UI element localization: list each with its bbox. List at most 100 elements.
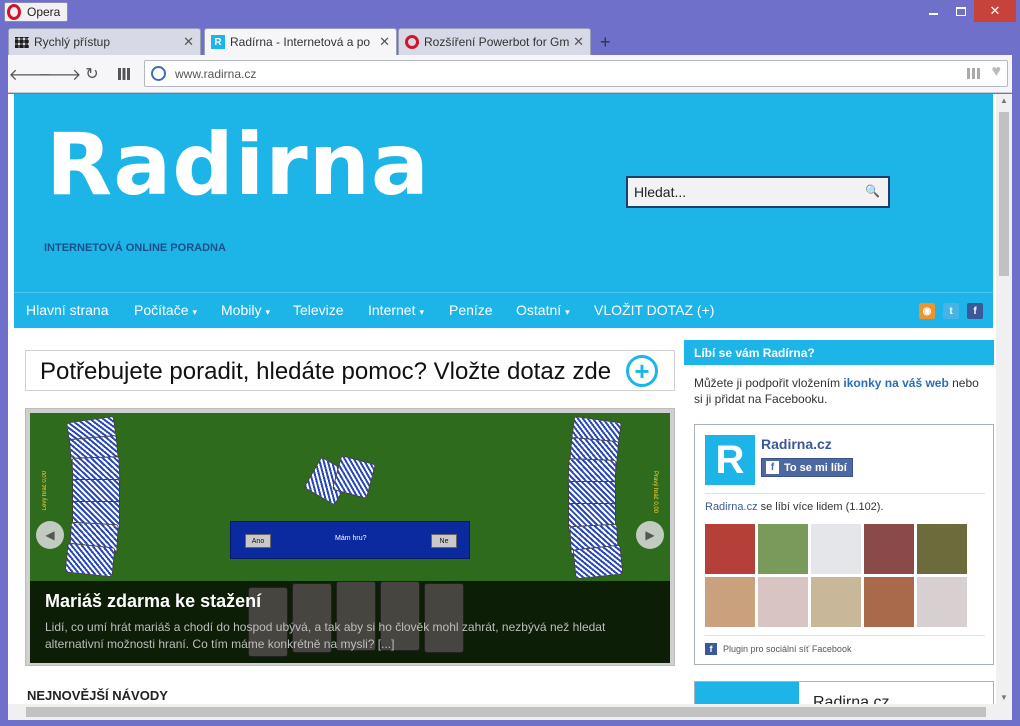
tab-label: Radírna - Internetová a po (230, 35, 371, 49)
fb-fan-avatar[interactable] (705, 577, 755, 627)
sidebar-text: Můžete ji podpořit vložením ikonky na vá… (694, 376, 979, 406)
url-text: www.radirna.cz (175, 67, 257, 81)
chevron-down-icon: ▾ (265, 307, 270, 317)
grid-icon (118, 68, 130, 80)
menu-item-televize[interactable]: Televize (293, 302, 344, 318)
chevron-down-icon: ▾ (565, 307, 570, 317)
tab-speed-dial[interactable]: Rychlý přístup ✕ (8, 28, 201, 55)
slide-image-marias[interactable]: Ano Mám hru? Ne Levý hráč 0,00 Pravý hrá… (30, 413, 670, 663)
cta-text: Potřebujete poradit, hledáte pomoc? Vlož… (40, 358, 612, 385)
reload-button[interactable]: ↻ (82, 64, 102, 84)
search-placeholder: Hledat... (634, 184, 687, 200)
horizontal-scrollbar[interactable] (8, 704, 1012, 720)
section-heading-newest: NEJNOVĚJŠÍ NÁVODY (27, 688, 168, 703)
fb-like-button[interactable]: f To se mi líbí (761, 458, 853, 477)
tab-close-icon[interactable]: ✕ (183, 34, 194, 50)
opera-menu-label: Opera (27, 5, 61, 19)
radirna-favicon-icon: R (211, 35, 225, 49)
menu-item-pocitace[interactable]: Počítače ▾ (134, 302, 197, 318)
menu-item-ostatni[interactable]: Ostatní ▾ (516, 302, 570, 318)
fb-fan-avatar[interactable] (705, 524, 755, 574)
fb-plugin-note: f Plugin pro sociální síť Facebook (705, 643, 851, 655)
radirna-page-avatar[interactable] (695, 682, 799, 704)
vertical-scrollbar[interactable]: ▲ ▼ (996, 94, 1012, 704)
scroll-down-icon[interactable]: ▼ (1000, 693, 1008, 702)
opera-logo-icon (7, 4, 21, 20)
plus-icon: + (600, 32, 611, 52)
tab-close-icon[interactable]: ✕ (375, 34, 390, 50)
radirna-page-avatar[interactable]: R (705, 435, 755, 485)
fb-fan-avatar[interactable] (917, 577, 967, 627)
forward-button[interactable]: 🡒 (39, 64, 82, 84)
chevron-right-icon: ▶ (645, 528, 655, 542)
bookmark-heart-icon[interactable]: ♥ (992, 63, 1002, 81)
chevron-down-icon: ▾ (419, 307, 425, 317)
tab-powerbot[interactable]: Rozšíření Powerbot for Gm ✕ (398, 28, 591, 55)
minimize-button[interactable] (918, 0, 948, 22)
menu-item-vlozit-dotaz[interactable]: VLOŽIT DOTAZ (+) (594, 302, 714, 318)
facebook-like-box: R Radirna.cz f To se mi líbí Radirna.cz … (694, 424, 994, 665)
fb-like-label: To se mi líbí (784, 461, 847, 474)
fb-fan-avatar[interactable] (864, 577, 914, 627)
site-tagline: INTERNETOVÁ ONLINE PORADNA (44, 242, 226, 254)
menu-item-hlavni-strana[interactable]: Hlavní strana (26, 302, 108, 318)
page-viewport: Radirna INTERNETOVÁ ONLINE PORADNA Hleda… (8, 94, 996, 704)
slider-prev-button[interactable]: ◀ (36, 521, 64, 549)
maximize-button[interactable] (948, 0, 974, 22)
divider (705, 635, 985, 636)
reload-icon: ↻ (85, 66, 99, 83)
tab-strip: Rychlý přístup ✕ R Radírna - Internetová… (8, 28, 1012, 55)
fb-page-name[interactable]: Radirna.cz (813, 694, 889, 704)
game-question: Mám hru? (335, 535, 367, 542)
second-fb-box: Radirna.cz (694, 681, 994, 704)
menu-item-penize[interactable]: Peníze (449, 302, 493, 318)
twitter-icon[interactable]: t (943, 303, 959, 319)
site-logo[interactable]: Radirna (46, 122, 430, 208)
search-input[interactable]: Hledat... 🔍 (626, 176, 890, 208)
tab-close-icon[interactable]: ✕ (569, 34, 584, 50)
speed-dial-button[interactable] (114, 64, 134, 84)
fb-page-name[interactable]: Radirna.cz (761, 436, 832, 452)
back-button[interactable]: 🡐 (9, 64, 52, 84)
opera-menu-button[interactable]: Opera (4, 2, 68, 22)
minimize-icon (928, 13, 938, 15)
slider-next-button[interactable]: ▶ (636, 521, 664, 549)
game-dialog: Ano Mám hru? Ne (230, 521, 470, 559)
extensions-grid-icon[interactable] (967, 68, 981, 79)
facebook-icon[interactable]: f (967, 303, 983, 319)
fb-fan-avatar[interactable] (864, 524, 914, 574)
tab-label: Rozšíření Powerbot for Gm (424, 35, 570, 49)
scroll-up-icon[interactable]: ▲ (1000, 96, 1008, 105)
facebook-icon: f (766, 461, 779, 474)
menu-item-internet[interactable]: Internet ▾ (368, 302, 424, 318)
fb-fan-avatar[interactable] (758, 577, 808, 627)
fb-fan-avatar[interactable] (917, 524, 967, 574)
site-header: Radirna INTERNETOVÁ ONLINE PORADNA Hleda… (14, 94, 993, 292)
fb-fan-avatar[interactable] (811, 524, 861, 574)
search-icon[interactable]: 🔍 (865, 184, 880, 198)
rss-icon[interactable]: ◉ (919, 303, 935, 319)
fb-fan-avatar[interactable] (811, 577, 861, 627)
scrollbar-thumb[interactable] (26, 707, 986, 717)
plus-circle-icon[interactable]: + (626, 355, 658, 387)
address-bar[interactable]: www.radirna.cz ♥ (144, 60, 1008, 87)
icon-link[interactable]: ikonky na váš web (843, 376, 948, 390)
left-player-score: Levý hráč 0,00 (42, 471, 48, 511)
divider (705, 493, 985, 494)
new-tab-button[interactable]: + (600, 32, 611, 53)
card-back (64, 542, 116, 578)
browser-toolbar: 🡐 🡒 ↻ www.radirna.cz ♥ (8, 55, 1012, 93)
fb-fan-avatar[interactable] (758, 524, 808, 574)
site-info-icon[interactable] (151, 66, 166, 81)
tab-radirna[interactable]: R Radírna - Internetová a po ✕ (204, 28, 397, 55)
tab-label: Rychlý přístup (34, 35, 111, 49)
scrollbar-thumb[interactable] (999, 112, 1009, 276)
close-window-button[interactable]: ✕ (974, 0, 1016, 22)
sidebar-heading: Líbí se vám Radírna? (684, 340, 994, 365)
ask-question-banner[interactable]: Potřebujete poradit, hledáte pomoc? Vlož… (25, 350, 675, 391)
window-titlebar: Opera ✕ (0, 0, 1020, 26)
close-icon: ✕ (989, 3, 1001, 18)
game-no-button: Ne (431, 534, 457, 548)
menu-item-mobily[interactable]: Mobily ▾ (221, 302, 270, 318)
slide-title[interactable]: Mariáš zdarma ke stažení (45, 591, 261, 612)
